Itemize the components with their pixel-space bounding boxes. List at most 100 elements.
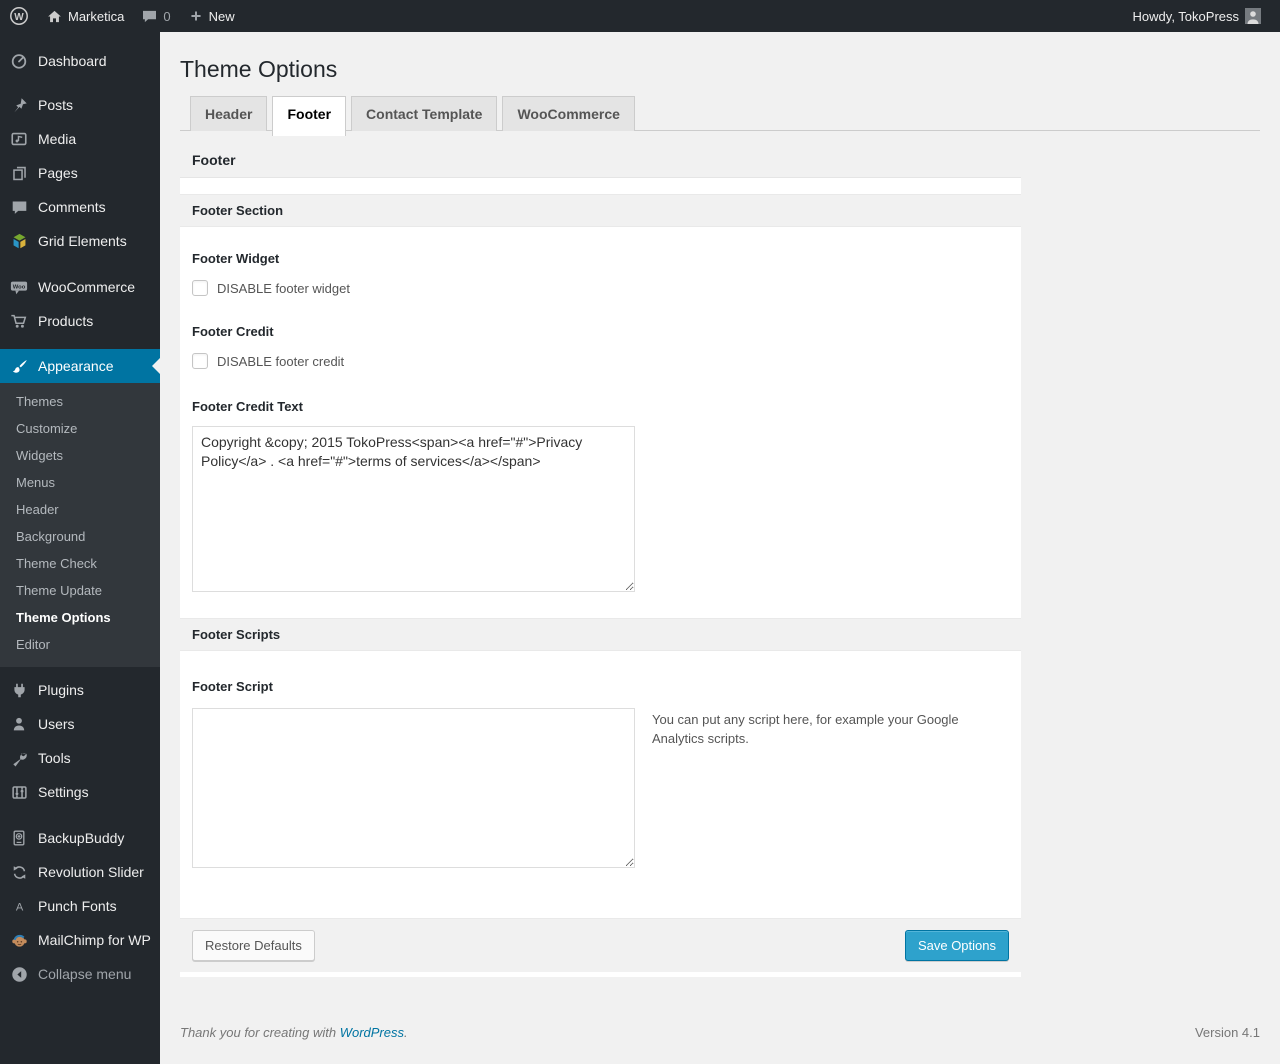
footer-thanks-prefix: Thank you for creating with xyxy=(180,1025,340,1040)
footer-widget-label: Footer Widget xyxy=(192,251,280,266)
sidebar-item-pages[interactable]: Pages xyxy=(0,156,160,190)
sidebar-item-posts[interactable]: Posts xyxy=(0,88,160,122)
admin-sidebar: Dashboard Posts Media Pages Comments Gri… xyxy=(0,32,160,1064)
footer-credit-label: Footer Credit xyxy=(192,324,274,339)
sidebar-subitem-theme-options[interactable]: Theme Options xyxy=(0,604,160,631)
tab-header[interactable]: Header xyxy=(190,96,268,131)
admin-bar: W Marketica 0 New Howdy, TokoPress xyxy=(0,0,1280,32)
admin-bar-right: Howdy, TokoPress xyxy=(1124,8,1280,24)
plus-icon xyxy=(191,11,201,21)
backup-drive-icon xyxy=(8,829,30,847)
wordpress-logo-icon[interactable]: W xyxy=(0,0,38,32)
save-options-button[interactable]: Save Options xyxy=(904,930,1009,961)
sidebar-item-media[interactable]: Media xyxy=(0,122,160,156)
sidebar-label: BackupBuddy xyxy=(38,830,125,846)
sidebar-subitem-background[interactable]: Background xyxy=(0,523,160,550)
howdy-account-link[interactable]: Howdy, TokoPress xyxy=(1124,8,1270,24)
sidebar-subitem-widgets[interactable]: Widgets xyxy=(0,442,160,469)
sidebar-subitem-themes[interactable]: Themes xyxy=(0,388,160,415)
plug-icon xyxy=(8,682,30,699)
user-icon xyxy=(8,716,30,732)
posts-pin-icon xyxy=(8,97,30,114)
disable-footer-widget-checkbox[interactable] xyxy=(192,280,208,296)
disable-footer-credit-checkbox[interactable] xyxy=(192,353,208,369)
sidebar-label: Media xyxy=(38,131,77,147)
footer-credit-text-textarea[interactable]: Copyright &copy; 2015 TokoPress<span><a … xyxy=(192,426,635,592)
sidebar-subitem-menus[interactable]: Menus xyxy=(0,469,160,496)
tab-footer[interactable]: Footer xyxy=(272,96,347,136)
sidebar-item-users[interactable]: Users xyxy=(0,707,160,741)
sidebar-label: Punch Fonts xyxy=(38,898,117,914)
sidebar-item-appearance[interactable]: Appearance xyxy=(0,349,160,383)
sidebar-subitem-header[interactable]: Header xyxy=(0,496,160,523)
collapse-menu-button[interactable]: Collapse menu xyxy=(0,957,160,991)
disable-footer-widget-label[interactable]: DISABLE footer widget xyxy=(217,281,350,296)
wordpress-footer-link[interactable]: WordPress xyxy=(340,1025,404,1040)
panel-header-footer: Footer xyxy=(180,143,1021,178)
sidebar-subitem-editor[interactable]: Editor xyxy=(0,631,160,658)
site-name-label: Marketica xyxy=(68,8,125,24)
dashboard-icon xyxy=(8,52,30,70)
sidebar-label: Appearance xyxy=(38,358,114,374)
letter-a-icon: A xyxy=(8,898,30,915)
sidebar-item-settings[interactable]: Settings xyxy=(0,775,160,809)
tab-woocommerce[interactable]: WooCommerce xyxy=(502,96,635,131)
main-content: Theme Options Header Footer Contact Temp… xyxy=(160,0,1280,1040)
media-icon xyxy=(8,130,30,148)
footer-script-textarea[interactable] xyxy=(192,708,635,868)
sidebar-label: Settings xyxy=(38,784,89,800)
sidebar-label: Plugins xyxy=(38,682,84,698)
sidebar-subitem-theme-check[interactable]: Theme Check xyxy=(0,550,160,577)
svg-text:Woo: Woo xyxy=(13,284,26,290)
restore-defaults-button[interactable]: Restore Defaults xyxy=(192,930,315,961)
comment-count: 0 xyxy=(163,8,171,24)
sidebar-label: Tools xyxy=(38,750,71,766)
sidebar-label: Comments xyxy=(38,199,106,215)
sidebar-item-grid-elements[interactable]: Grid Elements xyxy=(0,224,160,258)
svg-text:W: W xyxy=(14,12,24,23)
sidebar-item-punch-fonts[interactable]: A Punch Fonts xyxy=(0,889,160,923)
sidebar-item-products[interactable]: Products xyxy=(0,304,160,338)
comments-icon xyxy=(8,199,30,216)
section-header-footer-section: Footer Section xyxy=(180,194,1021,227)
sidebar-subitem-customize[interactable]: Customize xyxy=(0,415,160,442)
new-content-link[interactable]: New xyxy=(180,0,244,32)
pages-icon xyxy=(8,165,30,182)
footer-credit-text-label: Footer Credit Text xyxy=(192,399,303,414)
footer-script-label: Footer Script xyxy=(192,679,273,694)
home-icon xyxy=(48,10,61,22)
panel-action-bar: Restore Defaults Save Options xyxy=(180,918,1021,972)
sidebar-label: MailChimp for WP xyxy=(38,932,151,948)
sidebar-item-dashboard[interactable]: Dashboard xyxy=(0,44,160,78)
sidebar-label: Pages xyxy=(38,165,78,181)
sidebar-item-tools[interactable]: Tools xyxy=(0,741,160,775)
appearance-submenu: Themes Customize Widgets Menus Header Ba… xyxy=(0,383,160,667)
tab-contact-template[interactable]: Contact Template xyxy=(351,96,498,131)
sidebar-item-woocommerce[interactable]: Woo WooCommerce xyxy=(0,270,160,304)
mailchimp-monkey-icon xyxy=(8,932,30,949)
sidebar-item-comments[interactable]: Comments xyxy=(0,190,160,224)
disable-footer-credit-label[interactable]: DISABLE footer credit xyxy=(217,354,344,369)
sidebar-item-revolution-slider[interactable]: Revolution Slider xyxy=(0,855,160,889)
sidebar-label: Grid Elements xyxy=(38,233,127,249)
sidebar-subitem-theme-update[interactable]: Theme Update xyxy=(0,577,160,604)
tab-bar: Header Footer Contact Template WooCommer… xyxy=(180,96,1260,136)
sidebar-label: Dashboard xyxy=(38,53,107,69)
grid-elements-icon xyxy=(8,233,30,250)
page-title: Theme Options xyxy=(180,56,338,82)
sidebar-label: Users xyxy=(38,716,75,732)
section-header-footer-scripts: Footer Scripts xyxy=(180,618,1021,651)
paintbrush-icon xyxy=(8,358,30,375)
sidebar-item-plugins[interactable]: Plugins xyxy=(0,673,160,707)
sidebar-label: Products xyxy=(38,313,94,329)
settings-sliders-icon xyxy=(8,784,30,801)
sidebar-item-backupbuddy[interactable]: BackupBuddy xyxy=(0,821,160,855)
woocommerce-icon: Woo xyxy=(8,278,30,296)
comments-admin-bar-link[interactable]: 0 xyxy=(133,0,179,32)
sidebar-label: WooCommerce xyxy=(38,279,135,295)
footer-script-help-text: You can put any script here, for example… xyxy=(652,712,959,746)
comment-bubble-icon xyxy=(143,10,157,22)
site-name-link[interactable]: Marketica xyxy=(38,0,133,32)
collapse-arrow-icon xyxy=(8,966,30,983)
sidebar-item-mailchimp[interactable]: MailChimp for WP xyxy=(0,923,160,957)
